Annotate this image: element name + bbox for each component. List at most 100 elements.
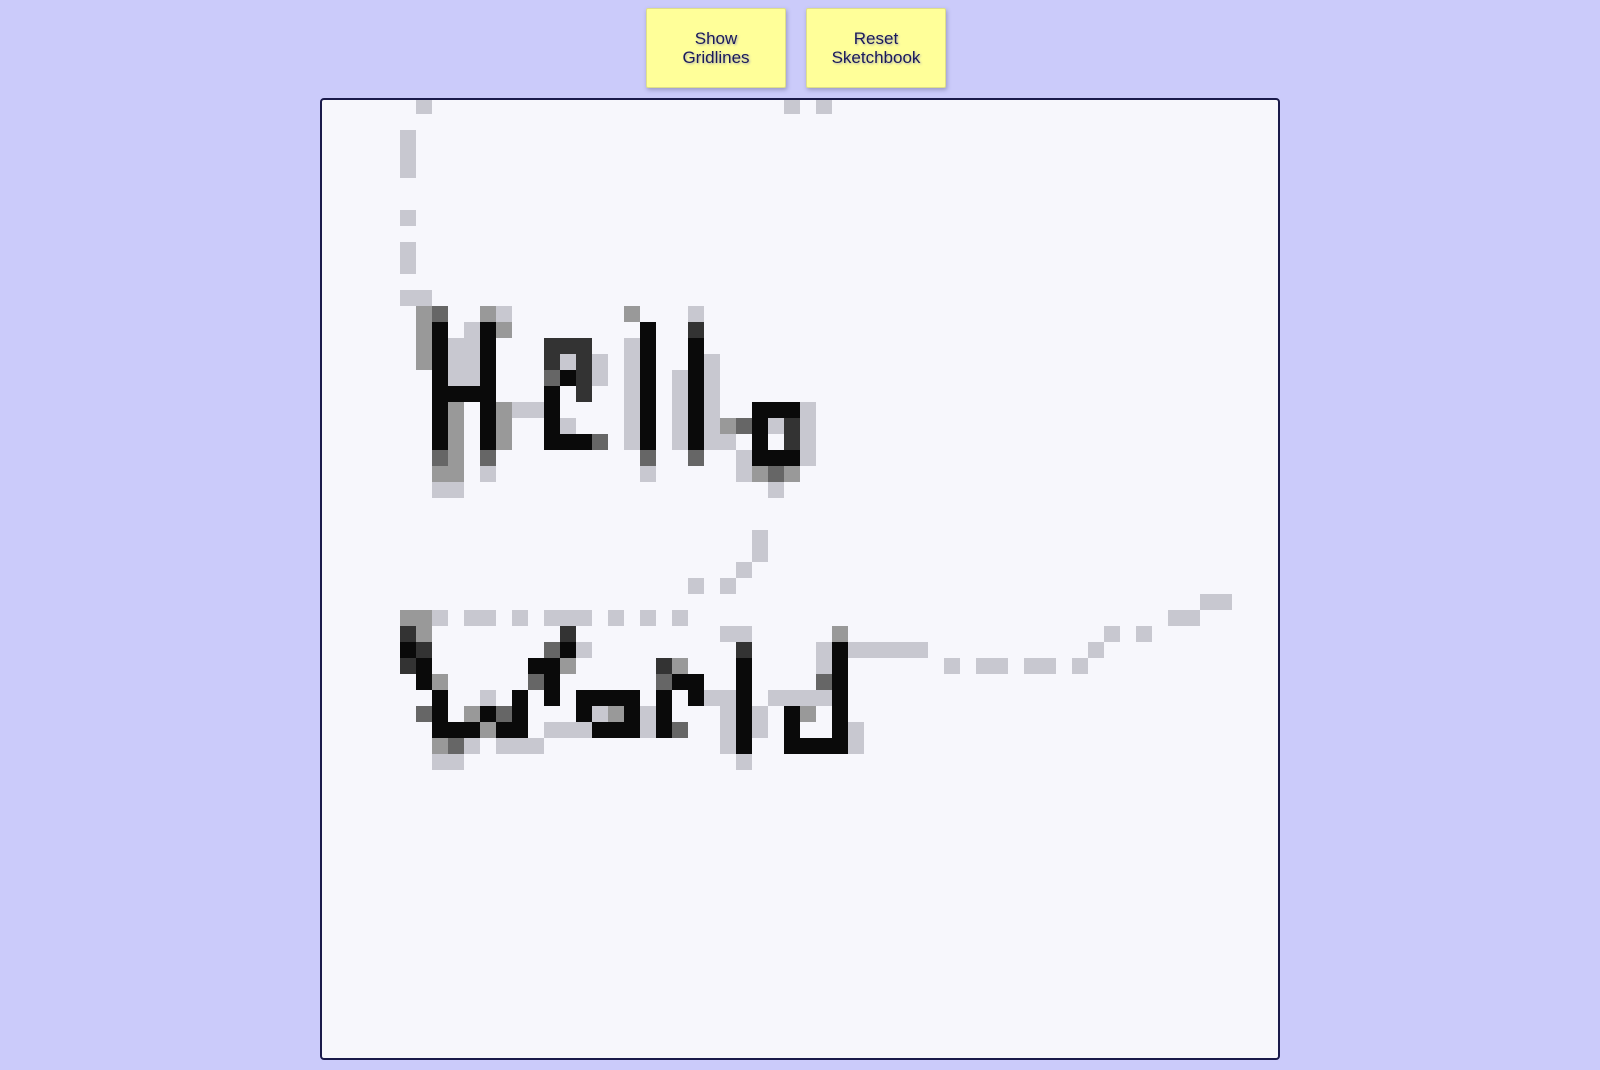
sketch-pixel <box>480 370 496 386</box>
sketch-pixel <box>480 466 496 482</box>
sketch-pixel <box>544 354 560 370</box>
sketch-pixel <box>1216 594 1232 610</box>
sketch-pixel <box>480 338 496 354</box>
sketch-pixel <box>448 754 464 770</box>
sketch-pixel <box>784 100 800 114</box>
sketch-pixel <box>720 722 736 738</box>
sketch-pixel <box>880 642 896 658</box>
sketch-pixel <box>624 706 640 722</box>
sketch-pixel <box>624 722 640 738</box>
sketch-pixel <box>848 722 864 738</box>
sketch-pixel <box>496 706 512 722</box>
sketch-pixel <box>800 690 816 706</box>
sketch-pixel <box>400 242 416 258</box>
sketch-pixel <box>576 370 592 386</box>
sketch-pixel <box>448 722 464 738</box>
sketch-pixel <box>768 418 784 434</box>
sketch-pixel <box>1184 610 1200 626</box>
sketch-pixel <box>512 610 528 626</box>
sketch-pixel <box>416 290 432 306</box>
sketch-pixel <box>848 738 864 754</box>
sketch-pixel <box>784 738 800 754</box>
sketch-pixel <box>736 738 752 754</box>
sketch-pixel <box>544 434 560 450</box>
sketch-pixel <box>560 338 576 354</box>
sketch-pixel <box>464 370 480 386</box>
sketch-pixel <box>432 386 448 402</box>
sketch-pixel <box>416 322 432 338</box>
sketch-pixel <box>624 418 640 434</box>
show-gridlines-button[interactable]: Show Gridlines <box>646 8 786 88</box>
sketch-pixel <box>688 450 704 466</box>
sketch-pixel <box>464 610 480 626</box>
sketch-pixel <box>624 306 640 322</box>
sketch-pixel <box>752 546 768 562</box>
sketch-pixel <box>688 690 704 706</box>
sketch-pixel <box>720 738 736 754</box>
sketch-pixel <box>416 674 432 690</box>
sketch-pixel <box>512 722 528 738</box>
sketch-pixel <box>560 610 576 626</box>
sketch-pixel <box>800 434 816 450</box>
sketch-pixel <box>688 402 704 418</box>
sketch-pixel <box>1088 642 1104 658</box>
sketch-pixel <box>576 722 592 738</box>
sketch-pixel <box>656 658 672 674</box>
sketch-pixel <box>800 418 816 434</box>
sketch-pixel <box>864 642 880 658</box>
sketch-pixel <box>704 354 720 370</box>
sketch-pixel <box>480 418 496 434</box>
sketch-pixel <box>640 402 656 418</box>
sketch-pixel <box>416 306 432 322</box>
sketch-pixel <box>752 466 768 482</box>
sketch-pixel <box>752 402 768 418</box>
sketch-pixel <box>448 434 464 450</box>
sketch-pixel <box>400 210 416 226</box>
sketch-pixel <box>704 402 720 418</box>
sketch-pixel <box>640 434 656 450</box>
sketch-pixel <box>688 418 704 434</box>
sketch-pixel <box>800 706 816 722</box>
sketch-pixel <box>576 690 592 706</box>
sketch-pixel <box>576 610 592 626</box>
reset-sketchbook-button[interactable]: Reset Sketchbook <box>806 8 946 88</box>
sketch-pixel <box>768 482 784 498</box>
sketch-pixel <box>640 354 656 370</box>
sketch-pixel <box>992 658 1008 674</box>
sketch-pixel <box>544 610 560 626</box>
sketch-pixel <box>640 386 656 402</box>
sketch-pixel <box>1024 658 1040 674</box>
sketch-pixel <box>432 754 448 770</box>
sketch-pixel <box>624 386 640 402</box>
sketch-pixel <box>736 754 752 770</box>
sketch-pixel <box>464 722 480 738</box>
sketch-pixel <box>800 450 816 466</box>
sketch-pixel <box>480 354 496 370</box>
sketch-pixel <box>608 690 624 706</box>
sketch-pixel <box>1168 610 1184 626</box>
sketch-pixel <box>416 658 432 674</box>
sketch-pixel <box>512 738 528 754</box>
sketch-pixel <box>448 354 464 370</box>
sketch-pixel <box>432 466 448 482</box>
sketch-pixel <box>432 434 448 450</box>
sketch-pixel <box>640 610 656 626</box>
sketch-pixel <box>448 466 464 482</box>
sketchbook-canvas[interactable] <box>320 98 1280 1060</box>
toolbar: Show Gridlines Reset Sketchbook <box>0 8 1596 88</box>
sketch-pixel <box>720 626 736 642</box>
sketch-pixel <box>752 530 768 546</box>
sketch-pixel <box>832 690 848 706</box>
sketch-pixel <box>432 338 448 354</box>
sketch-pixel <box>400 658 416 674</box>
sketch-pixel <box>944 658 960 674</box>
sketch-pixel <box>448 738 464 754</box>
sketch-pixel <box>544 418 560 434</box>
reset-sketchbook-label-line2: Sketchbook <box>831 48 921 67</box>
sketch-pixel <box>768 466 784 482</box>
sketch-pixel <box>688 578 704 594</box>
sketch-pixel <box>704 418 720 434</box>
sketch-pixel <box>736 450 752 466</box>
sketch-pixel <box>688 322 704 338</box>
sketch-pixel <box>432 722 448 738</box>
